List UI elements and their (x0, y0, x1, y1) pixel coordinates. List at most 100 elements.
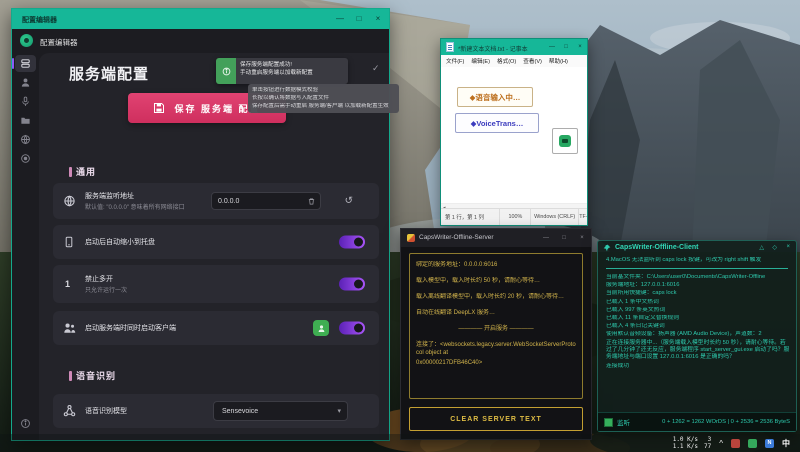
log-line: 绑定的服务地址：0.0.0.0:6016 (416, 261, 576, 269)
listen-indicator-icon (604, 418, 613, 427)
sidebar-item-about[interactable] (15, 415, 36, 432)
menu-file[interactable]: 文件(F) (446, 57, 464, 65)
maximize-button[interactable]: □ (350, 9, 368, 29)
ime-indicator[interactable]: 中 (782, 438, 790, 449)
config-window-titlebar[interactable]: 配置编辑器 — □ × (12, 9, 389, 29)
clear-field-icon[interactable] (307, 197, 316, 206)
pin-icon[interactable] (603, 244, 611, 252)
sidebar-item-advanced[interactable] (15, 150, 36, 167)
tray-flyout-box (552, 128, 578, 154)
setting-title: 启动后自动缩小到托盘 (85, 237, 155, 247)
section-asr-label: 语音识别 (76, 369, 116, 382)
section-bar (69, 371, 72, 381)
tray-blue-app-icon[interactable]: N (765, 439, 774, 448)
info-icon (20, 418, 31, 429)
minimize-button[interactable]: — (331, 9, 349, 29)
sidebar-item-files[interactable] (15, 112, 36, 129)
setting-row-asr-model: 语音识别模型 Sensevoice ▾ (53, 394, 379, 428)
chevron-down-icon: ▾ (337, 407, 341, 415)
config-window-title: 配置编辑器 (22, 15, 57, 25)
floppy-save-icon (153, 102, 165, 114)
client-server-address: 服务端地址：127.0.0.1:6016 (606, 282, 791, 289)
menu-help[interactable]: 帮助(H) (549, 57, 568, 65)
setting-row-start-client: 启动服务端时同时启动客户端 (53, 311, 379, 345)
client-window-title: CapsWriter-Offline-Client (615, 244, 699, 251)
listen-address-value: 0.0.0.0 (212, 198, 307, 205)
setting-subtitle: 默认值: "0.0.0.0" 意味着所有网络接口 (85, 202, 185, 211)
line-ending: Windows (CRLF) (530, 209, 578, 225)
server-titlebar[interactable]: CapsWriter-Offline-Server — □ × (401, 229, 591, 247)
asr-model-value: Sensevoice (214, 408, 337, 415)
clear-server-text-button[interactable]: CLEAR SERVER TEXT (409, 407, 583, 431)
menu-view[interactable]: 查看(V) (523, 57, 542, 65)
section-general: 通用 (69, 165, 96, 178)
notepad-title: *新建文本文档.txt - 记事本 (458, 44, 528, 53)
connection-log-line: 连接了：<websockets.legacy.server.WebSocketS… (416, 341, 576, 357)
toggle-single-instance[interactable] (339, 278, 365, 291)
tray-expand-icon[interactable]: ^ (719, 439, 723, 448)
listen-address-input[interactable]: 0.0.0.0 (211, 192, 321, 210)
maximize-button[interactable]: □ (559, 39, 573, 55)
server-console-window: CapsWriter-Offline-Server — □ × 绑定的服务地址：… (400, 228, 592, 440)
toast-info-icon (216, 58, 236, 84)
settings-panel: 服务端配置 保存服务端配置成功! 手动重启服务端以加载新配置 ✓ 保存 服务端 … (39, 53, 389, 440)
notepad-titlebar[interactable]: *新建文本文档.txt - 记事本 — □ × (441, 39, 587, 55)
divider-line (606, 268, 788, 269)
menu-edit[interactable]: 编辑(E) (471, 57, 490, 65)
connected-message: 连接成功 (606, 363, 791, 370)
notepad-icon (446, 42, 454, 52)
loaded-line: 已载入 4 条日记关键词 (606, 323, 791, 330)
log-line: 自动在线翻译 DeepLX 服务… (416, 309, 576, 317)
globe-icon (20, 134, 31, 145)
reset-field-icon[interactable]: ↺ (345, 196, 353, 207)
page-title: 服务端配置 (69, 63, 149, 84)
net-up-count: 3 (704, 436, 711, 443)
restore-button[interactable]: ◇ (772, 244, 777, 251)
save-button-tooltip: 单击按钮进行数据模式校验 长按以确认将数据写入配置文件 保存配置后需手动重启 服… (248, 84, 399, 113)
client-hotkey: 当前所用快捷键：caps lock (606, 290, 791, 297)
person-icon (20, 77, 31, 88)
sidebar-item-client-config[interactable] (15, 74, 36, 91)
taskbar[interactable]: 1.0 K/s 3 1.1 K/s 77 ^ N 中 (0, 434, 800, 452)
menu-format[interactable]: 格式(O) (497, 57, 516, 65)
desktop: 1.0 K/s 3 1.1 K/s 77 ^ N 中 配置编辑器 — □ × 配… (0, 0, 800, 452)
notepad-text-area[interactable]: ◆语音输入中… ◆VoiceTrans… (441, 67, 587, 203)
section-asr: 语音识别 (69, 369, 116, 382)
loaded-line: 已载入 11 条自定义替换规则 (606, 315, 791, 322)
close-button[interactable]: × (573, 229, 591, 247)
section-bar (69, 167, 72, 177)
setting-row-single-instance: 1 禁止多开 只允许运行一次 (53, 265, 379, 303)
setting-title: 语音识别模型 (85, 406, 127, 416)
toggle-start-client[interactable] (339, 322, 365, 335)
log-line: 载入模型中，载入时长约 50 秒，请耐心等待… (416, 277, 576, 285)
app-header: 配置编辑器 (12, 29, 389, 53)
close-button[interactable]: × (786, 244, 790, 250)
asr-model-select[interactable]: Sensevoice ▾ (213, 401, 348, 421)
loaded-line: 已载入 997 条英文热词 (606, 307, 791, 314)
client-statusbar: 监听 0 + 1262 = 1262 WOrDS | 0 + 2536 = 25… (598, 412, 796, 431)
tray-green-app-icon[interactable] (748, 439, 757, 448)
sidebar-item-voice[interactable] (15, 93, 36, 110)
close-button[interactable]: × (573, 39, 587, 55)
sidebar-item-network[interactable] (15, 131, 36, 148)
tooltip-line2: 长按以确认将数据写入配置文件 (252, 95, 395, 103)
sidebar (12, 53, 39, 440)
toggle-minimize-to-tray[interactable] (339, 236, 365, 249)
minimize-button[interactable]: — (537, 229, 555, 247)
gear-icon (20, 153, 31, 164)
minimize-button[interactable]: — (545, 39, 559, 55)
close-button[interactable]: × (369, 9, 387, 29)
tray-window-icon (63, 236, 75, 248)
tray-red-app-icon[interactable] (731, 439, 740, 448)
net-down-count: 77 (704, 443, 711, 450)
client-launch-icon-button[interactable] (313, 320, 329, 336)
client-titlebar[interactable]: CapsWriter-Offline-Client △ ◇ × (598, 241, 796, 255)
maximize-button[interactable]: □ (555, 229, 573, 247)
audio-device-line: 使用默认音频设备：扬声器 (AMD Audio Device)，声道数：2 (606, 331, 791, 338)
minimize-button[interactable]: △ (759, 244, 764, 251)
sidebar-item-server-config[interactable] (15, 55, 36, 72)
people-icon (63, 322, 76, 335)
loaded-line: 已载入 1 条中文热词 (606, 299, 791, 306)
connection-log-line2: 0x00000217DFB46C40> (416, 359, 576, 367)
zoom-level: 100% (499, 209, 530, 225)
